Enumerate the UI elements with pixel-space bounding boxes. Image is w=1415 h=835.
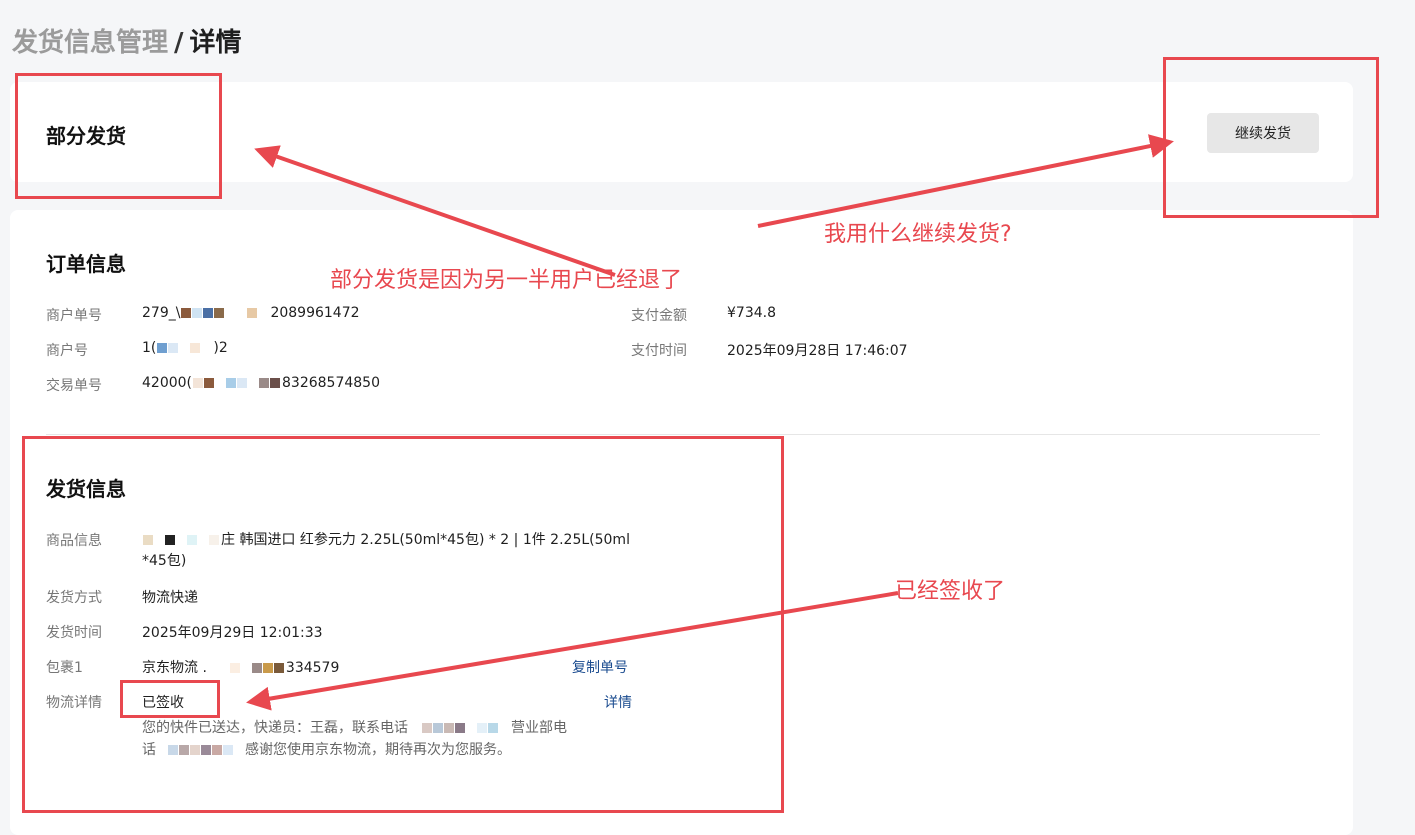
redaction-mosaic (193, 376, 281, 388)
order-info-title: 订单信息 (46, 252, 126, 276)
pay-time-value: 2025年09月28日 17:46:07 (727, 343, 908, 359)
trade-no-label: 交易单号 (46, 378, 102, 394)
pay-time-label: 支付时间 (631, 343, 687, 359)
trade-no-value: 42000(83268574850 (142, 375, 380, 391)
section-divider (46, 434, 1320, 435)
breadcrumb: 发货信息管理 / 详情 (12, 22, 242, 59)
merchant-no-value: 1()2 (142, 340, 228, 356)
breadcrumb-parent[interactable]: 发货信息管理 (12, 28, 168, 58)
breadcrumb-separator: / (174, 28, 184, 58)
merchant-order-no-value: 279_\ 2089961472 (142, 305, 360, 321)
pay-amount-label: 支付金额 (631, 308, 687, 324)
annotation-box-continue-button (1163, 57, 1379, 218)
breadcrumb-current: 详情 (189, 28, 242, 58)
annotation-box-shipping-section (22, 436, 784, 813)
annotation-text-continue-question: 我用什么继续发货? (824, 222, 1012, 247)
annotation-text-signed: 已经签收了 (895, 579, 1006, 604)
redaction-mosaic (181, 306, 269, 318)
merchant-order-no-label: 商户单号 (46, 308, 102, 324)
redaction-mosaic (157, 341, 212, 353)
annotation-box-signed-status (120, 680, 220, 718)
annotation-box-status (15, 73, 222, 199)
annotation-text-partial-reason: 部分发货是因为另一半用户已经退了 (330, 268, 683, 293)
merchant-no-label: 商户号 (46, 343, 88, 359)
pay-amount-value: ¥734.8 (727, 305, 776, 321)
